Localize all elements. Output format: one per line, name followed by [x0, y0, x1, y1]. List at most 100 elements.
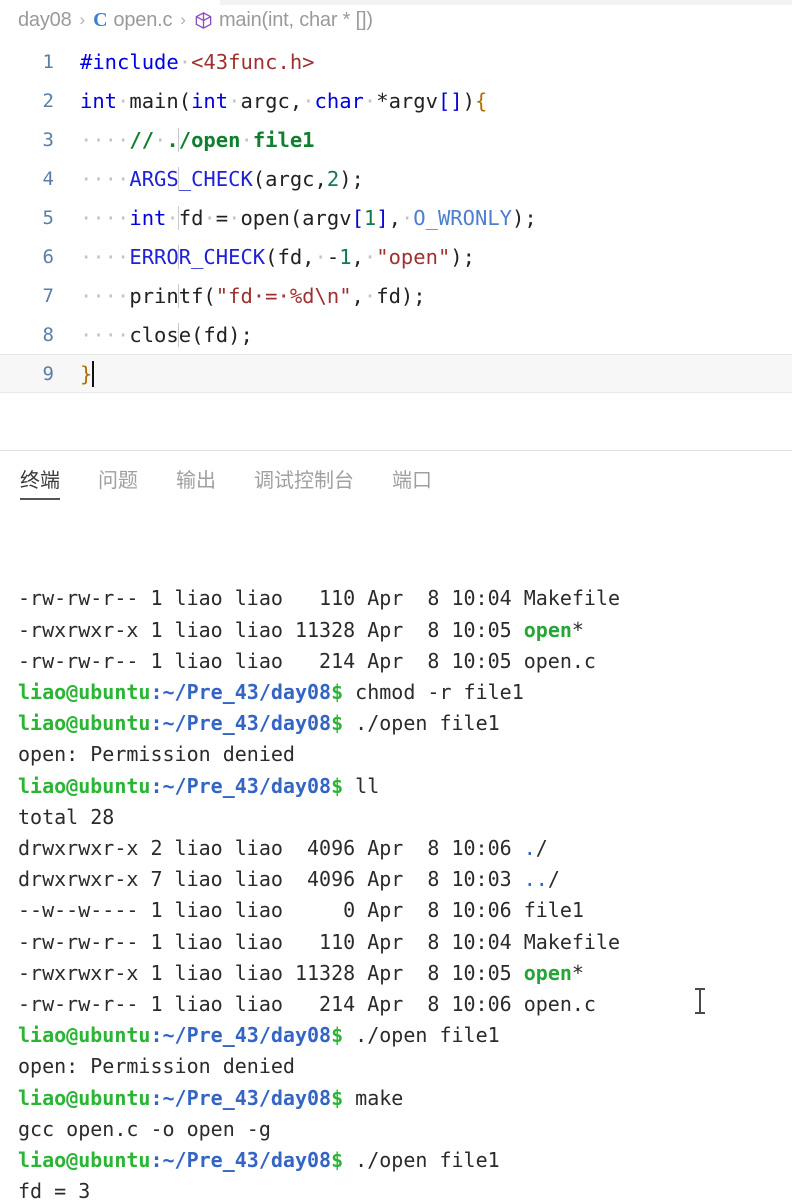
code-token: close(fd); — [129, 322, 253, 347]
prompt-path: ~/Pre_43/day08 — [162, 1148, 332, 1173]
terminal-text: drwxrwxr-x 2 liao liao 4096 Apr 8 10:06 — [18, 836, 524, 861]
terminal-output-line: open: Permission denied — [18, 739, 792, 770]
code-line[interactable]: 4 ····ARGS_CHECK(argc,2); — [0, 159, 792, 198]
code-token: 2 — [326, 166, 340, 191]
code-token: = — [215, 205, 229, 230]
code-line[interactable]: 7 ····printf("fd·=·%d\n",·fd); — [0, 276, 792, 315]
code-token: char — [314, 88, 364, 113]
prompt-path: ~/Pre_43/day08 — [162, 711, 332, 736]
code-line[interactable]: 6 ····ERROR_CHECK(fd,·-1,·"open"); — [0, 237, 792, 276]
code-token: · — [314, 244, 327, 269]
code-line-content: ····ARGS_CHECK(argc,2); — [78, 166, 792, 191]
code-token: fd); — [376, 283, 426, 308]
code-token: · — [178, 49, 192, 74]
terminal-text: * — [571, 960, 584, 985]
line-number: 6 — [42, 245, 54, 268]
terminal-text: total 28 — [18, 804, 115, 829]
terminal-output-line: open: Permission denied — [18, 1051, 792, 1082]
code-token: "open" — [376, 244, 451, 269]
prompt-user-host: liao@ubuntu — [18, 773, 151, 798]
indent-guide — [178, 205, 179, 230]
prompt-colon: : — [150, 1023, 163, 1048]
terminal-text: -rwxrwxr-x 1 liao liao 11328 Apr 8 10:05 — [18, 617, 524, 642]
code-token: · — [203, 205, 216, 230]
code-line[interactable]: 1 #include·<43func.h> — [0, 42, 792, 81]
terminal-output-line: fd = 3 — [18, 1176, 792, 1201]
code-editor[interactable]: 1 #include·<43func.h> 2 int·main(int·argc,·… — [0, 40, 792, 450]
terminal-command: chmod -r file1 — [343, 680, 524, 705]
code-token: ···· — [80, 283, 130, 308]
code-token: printf( — [129, 283, 216, 308]
code-token: int — [80, 88, 118, 113]
code-token: ) — [462, 88, 475, 113]
code-token: main( — [129, 88, 192, 113]
terminal-text: -rw-rw-r-- 1 liao liao 214 Apr 8 10:05 o… — [18, 648, 596, 673]
line-number: 2 — [42, 89, 54, 112]
code-line-content: ····printf("fd·=·%d\n",·fd); — [78, 283, 792, 308]
vscode-window: day08 › C open.c › main(int, char * []) … — [0, 0, 792, 1201]
breadcrumb-folder-label: day08 — [18, 8, 72, 31]
terminal-text: -rw-rw-r-- 1 liao liao 110 Apr 8 10:04 M… — [18, 586, 621, 611]
panel-tab-1[interactable]: 问题 — [98, 464, 138, 500]
code-token: ···· — [80, 322, 130, 347]
panel-tab-4[interactable]: 端口 — [392, 464, 432, 500]
breadcrumb-symbol-label: main(int, char * []) — [218, 8, 373, 31]
code-line[interactable]: 3 ····//·./open·file1 — [0, 120, 792, 159]
terminal-text: / — [547, 867, 560, 892]
terminal-command: ./open file1 — [343, 1148, 500, 1173]
code-line-content: ····close(fd); — [78, 322, 792, 347]
prompt-colon: : — [150, 680, 163, 705]
terminal-text: open — [523, 617, 572, 642]
code-token: ···· — [80, 244, 130, 269]
code-token: · — [154, 127, 167, 152]
prompt-user-host: liao@ubuntu — [18, 680, 151, 705]
breadcrumb-file[interactable]: C open.c — [93, 9, 172, 32]
breadcrumb-file-label: open.c — [113, 8, 173, 31]
code-token: ERROR_CHECK — [129, 244, 266, 269]
terminal-command-line: liao@ubuntu:~/Pre_43/day08$ ./open file1 — [18, 1020, 792, 1051]
code-token: O_WRONLY — [413, 205, 513, 230]
prompt-colon: : — [150, 1085, 163, 1110]
prompt-user-host: liao@ubuntu — [18, 1148, 151, 1173]
code-line[interactable]: 9} — [0, 354, 792, 393]
terminal-command: make — [343, 1085, 404, 1110]
code-token: · — [363, 244, 377, 269]
panel-tab-0[interactable]: 终端 — [20, 464, 60, 500]
indent-guide — [178, 244, 179, 269]
terminal-text: gcc open.c -o open -g — [18, 1116, 271, 1141]
code-token: { — [475, 88, 488, 113]
prompt-dollar: $ — [331, 773, 344, 798]
code-token: #include — [80, 49, 179, 74]
code-token: 1 — [363, 205, 377, 230]
breadcrumb-folder[interactable]: day08 — [18, 9, 72, 32]
indent-guide — [178, 166, 179, 191]
terminal-text: / — [535, 836, 548, 861]
panel-tab-2[interactable]: 输出 — [176, 464, 216, 500]
code-line[interactable]: 2 int·main(int·argc,·char·*argv[]){ — [0, 81, 792, 120]
line-number: 3 — [42, 128, 54, 151]
terminal-text: -rw-rw-r-- 1 liao liao 214 Apr 8 10:06 o… — [18, 992, 596, 1017]
code-token: (argc, — [252, 166, 327, 191]
code-line[interactable]: 5 ····int·fd·=·open(argv[1],·O_WRONLY); — [0, 198, 792, 237]
code-token: // — [129, 127, 155, 152]
code-token: ···· — [80, 205, 130, 230]
breadcrumb-separator-2: › — [180, 10, 186, 29]
prompt-dollar: $ — [331, 711, 344, 736]
code-token: open(argv — [240, 205, 352, 230]
terminal-output-line: total 28 — [18, 802, 792, 833]
terminal-text: open: Permission denied — [18, 1054, 295, 1079]
code-line[interactable]: 8 ····close(fd); — [0, 315, 792, 354]
prompt-dollar: $ — [331, 1085, 344, 1110]
code-token: · — [363, 88, 377, 113]
code-token: <43func.h> — [191, 49, 315, 74]
line-number: 1 — [42, 50, 54, 73]
code-line-content: ····//·./open·file1 — [78, 127, 792, 152]
terminal-output[interactable]: -rw-rw-r-- 1 liao liao 110 Apr 8 10:04 M… — [0, 513, 792, 1201]
breadcrumb-symbol[interactable]: main(int, char * []) — [194, 9, 373, 32]
line-number: 5 — [42, 206, 54, 229]
code-token: · — [166, 205, 179, 230]
panel-tab-3[interactable]: 调试控制台 — [254, 464, 354, 500]
terminal-text: --w--w---- 1 liao liao 0 Apr 8 10:06 fil… — [18, 898, 584, 923]
line-number: 4 — [42, 167, 54, 190]
code-token: - — [326, 244, 340, 269]
